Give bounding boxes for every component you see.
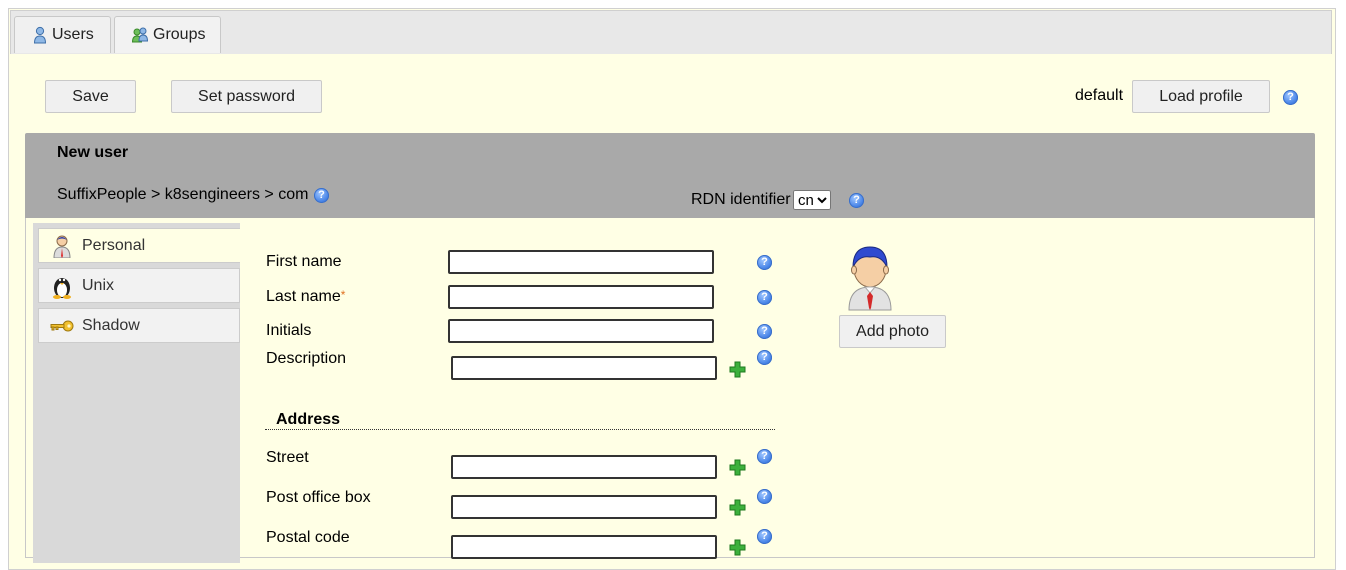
tab-users[interactable]: Users [14,16,111,53]
tab-groups[interactable]: Groups [114,16,221,53]
side-tab-personal[interactable]: Personal [38,228,240,263]
help-icon[interactable]: ? [757,350,772,365]
po-box-field[interactable] [451,495,717,519]
page-title: New user [57,144,129,161]
breadcrumb[interactable]: SuffixPeople > k8sengineers > com [57,186,308,204]
help-icon[interactable]: ? [757,449,772,464]
person-icon [49,234,75,258]
user-icon [32,26,48,44]
load-profile-button[interactable]: Load profile [1132,80,1270,113]
key-icon [49,319,75,333]
add-value-icon[interactable] [729,361,746,378]
side-tab-shadow[interactable]: Shadow [38,308,240,343]
add-value-icon[interactable] [729,459,746,476]
first-name-field[interactable] [448,250,714,274]
rdn-label: RDN identifier [691,191,791,208]
side-tab-shadow-label: Shadow [82,316,140,334]
tux-icon [49,273,75,299]
last-name-field[interactable] [448,285,714,309]
first-name-label: First name [266,253,342,270]
side-tab-personal-label: Personal [82,236,146,254]
help-icon[interactable]: ? [849,193,864,208]
side-tab-unix[interactable]: Unix [38,268,240,303]
set-password-button[interactable]: Set password [171,80,322,113]
help-icon[interactable]: ? [757,255,772,270]
rdn-select[interactable]: cn [793,190,831,210]
profile-name: default [1075,87,1124,104]
help-icon[interactable]: ? [757,290,772,305]
help-icon[interactable]: ? [757,324,772,339]
street-label: Street [266,449,309,466]
help-icon[interactable]: ? [1283,90,1298,105]
tab-users-label: Users [52,26,94,43]
description-field[interactable] [451,356,717,380]
user-photo-placeholder-icon [848,246,892,311]
initials-label: Initials [266,322,312,339]
side-tab-unix-label: Unix [82,276,115,294]
section-divider [265,429,775,430]
add-photo-button[interactable]: Add photo [839,315,946,348]
save-button[interactable]: Save [45,80,136,113]
address-heading: Address [276,411,341,428]
last-name-label-text: Last name [266,288,341,305]
description-label: Description [266,350,347,367]
new-user-header [25,133,1315,218]
postal-code-label: Postal code [266,529,350,546]
po-box-label: Post office box [266,489,371,506]
help-icon[interactable]: ? [314,188,329,203]
groups-icon [131,26,149,44]
required-marker: * [340,288,346,302]
street-field[interactable] [451,455,717,479]
add-value-icon[interactable] [729,499,746,516]
tab-groups-label: Groups [153,26,206,43]
postal-code-field[interactable] [451,535,717,559]
help-icon[interactable]: ? [757,529,772,544]
initials-field[interactable] [448,319,714,343]
add-value-icon[interactable] [729,539,746,556]
last-name-label: Last name* [266,288,345,306]
help-icon[interactable]: ? [757,489,772,504]
